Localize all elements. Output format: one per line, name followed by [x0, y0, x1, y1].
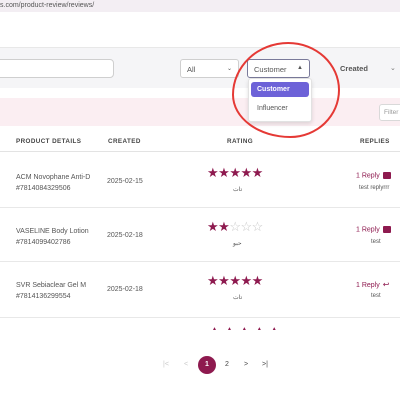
product-details: ACM Novophane Anti-D #7814084329506	[16, 172, 102, 194]
reply-link[interactable]: 1 Reply ↩	[356, 280, 389, 289]
star-icon: ★	[229, 273, 241, 288]
star-icon: ★	[240, 165, 252, 180]
created-date: 2025-02-18	[107, 286, 143, 293]
table-header: PRODUCT DETAILS CREATED RATING REPLIES	[0, 132, 400, 152]
star-icon: ★	[218, 165, 230, 180]
header-product-details: PRODUCT DETAILS	[16, 138, 82, 145]
reply-count: 1 Reply	[356, 282, 380, 289]
table-row[interactable]: VASELINE Body Lotion #7814099402786 2025…	[0, 208, 400, 262]
review-text: حبو	[233, 241, 242, 247]
reply-count: 1 Reply	[356, 172, 380, 180]
star-icon: ★	[251, 165, 264, 180]
caret-up-icon: ▲	[297, 65, 303, 71]
dropdown-option-customer[interactable]: Customer	[251, 82, 309, 97]
rating-stars: ★★★★★	[207, 166, 263, 179]
product-sku: #7814099402786	[16, 239, 71, 246]
created-date: 2025-02-15	[107, 178, 143, 185]
reviewer-type-select[interactable]: Customer ▲	[247, 59, 310, 78]
reply-text: test	[371, 293, 381, 299]
reply-arrow-icon: ↩	[382, 280, 390, 289]
star-empty-icon: ☆	[251, 219, 264, 234]
star-empty-icon: ☆	[240, 219, 252, 234]
product-name: ACM Novophane Anti-D	[16, 174, 91, 181]
reply-text: test replyrrr	[359, 185, 390, 191]
star-icon: ★	[207, 273, 219, 288]
star-icon: ★	[218, 219, 230, 234]
status-select[interactable]: All ⌄	[180, 59, 239, 78]
header-replies: REPLIES	[360, 138, 390, 145]
image-icon	[382, 226, 391, 233]
product-sku: #7814136299554	[16, 293, 71, 300]
status-select-value: All	[187, 65, 196, 74]
star-icon: ★	[240, 273, 252, 288]
reply-text: test	[371, 239, 381, 245]
star-icon: ★	[218, 273, 230, 288]
reply-count: 1 Reply	[356, 226, 380, 234]
page-1-button[interactable]: 1	[198, 356, 216, 374]
reply-link[interactable]: 1 Reply	[356, 226, 391, 233]
url-text: s.com/product-review/reviews/	[0, 2, 95, 9]
header-created: CREATED	[108, 138, 141, 145]
page-2-button[interactable]: 2	[218, 356, 236, 374]
rating-stars: ★★☆☆☆	[207, 220, 263, 233]
sort-created-select[interactable]: Created	[340, 64, 368, 73]
prev-page-button[interactable]: <	[177, 356, 195, 374]
product-name: VASELINE Body Lotion	[16, 228, 89, 235]
star-icon: ★	[251, 273, 264, 288]
review-text: تات	[233, 187, 243, 193]
sort-created-label: Created	[340, 64, 368, 73]
reviewer-type-value: Customer	[254, 65, 287, 74]
star-icon: ★	[207, 219, 219, 234]
star-icon: ★	[229, 165, 241, 180]
product-details: VASELINE Body Lotion #7814099402786	[16, 226, 102, 248]
chevron-down-icon[interactable]: ⌄	[390, 64, 396, 72]
info-banner	[0, 98, 400, 126]
created-date: 2025-02-18	[107, 232, 143, 239]
first-page-button[interactable]: |<	[157, 356, 175, 374]
product-name: SVR Sebiaclear Gel M	[16, 282, 87, 289]
header-rating: RATING	[227, 138, 254, 145]
reply-link[interactable]: 1 Reply	[356, 172, 391, 179]
image-icon	[382, 172, 391, 179]
table-row[interactable]: SVR Sebiaclear Gel M #7814136299554 2025…	[0, 262, 400, 318]
last-page-button[interactable]: >|	[256, 356, 274, 374]
search-input[interactable]	[0, 59, 114, 78]
star-icon: ★	[207, 165, 219, 180]
product-details: SVR Sebiaclear Gel M #7814136299554	[16, 280, 102, 302]
chevron-down-icon: ⌄	[226, 66, 232, 72]
product-sku: #7814084329506	[16, 185, 71, 192]
rating-stars: ★★★★★	[207, 274, 263, 287]
filter-button[interactable]: Filter	[379, 104, 400, 121]
star-empty-icon: ☆	[229, 219, 241, 234]
next-row-stars-partial: ▲▲▲▲▲	[212, 326, 287, 332]
table-row[interactable]: ACM Novophane Anti-D #7814084329506 2025…	[0, 152, 400, 208]
reviewer-type-dropdown: Customer Influencer	[248, 78, 312, 122]
dropdown-option-influencer[interactable]: Influencer	[251, 101, 309, 116]
filter-button-label: Filter	[384, 109, 399, 116]
review-text: تات	[233, 295, 243, 301]
next-page-button[interactable]: >	[237, 356, 255, 374]
top-header	[0, 12, 400, 48]
browser-url-bar[interactable]: s.com/product-review/reviews/	[0, 0, 400, 12]
